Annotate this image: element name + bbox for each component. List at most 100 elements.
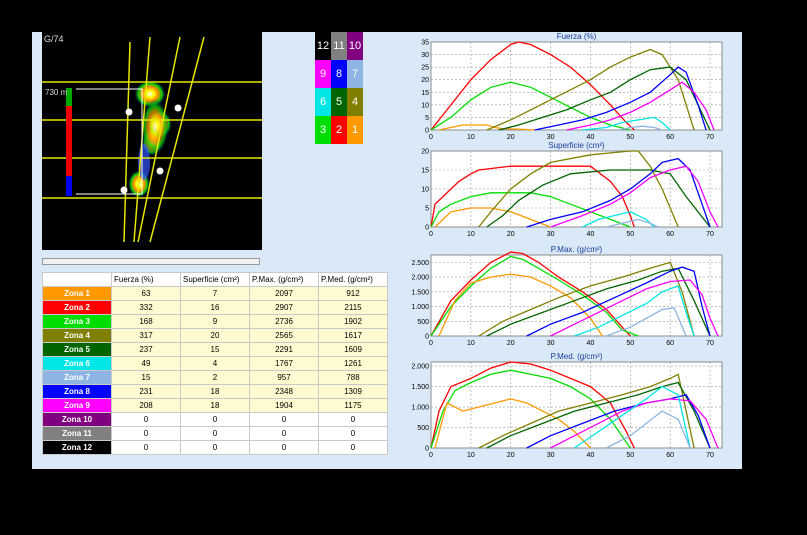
fuerza-cell: 15 [111,370,181,385]
table-row[interactable]: Zona 2 332 16 2907 2115 [42,300,388,315]
y-tick-label: 35 [421,40,429,47]
zone-table-header: Fuerza (%) Superficie (cm²) P.Max. (g/cm… [42,272,388,287]
zone-swatch[interactable]: 11 [331,32,347,60]
zone-swatch[interactable]: 9 [315,60,331,88]
y-tick-label: 2.000 [412,364,429,371]
zone-name-cell: Zona 2 [42,300,112,315]
x-tick-label: 10 [467,452,475,459]
x-tick-label: 60 [666,231,674,238]
superficie-cell: 16 [180,300,250,315]
table-row[interactable]: Zona 10 0 0 0 0 [42,412,388,427]
foot-label-top: G/74 [44,34,64,44]
foot-pressure-svg [42,36,262,243]
x-tick-label: 50 [626,452,634,459]
table-row[interactable]: Zona 5 237 15 2291 1609 [42,342,388,357]
pmax-cell: 0 [249,426,319,441]
pmed-cell: 1617 [318,328,388,343]
x-tick-label: 70 [706,452,714,459]
pmax-cell: 2348 [249,384,319,399]
zone-swatch[interactable]: 7 [347,60,363,88]
table-row[interactable]: Zona 12 0 0 0 0 [42,440,388,455]
pmax-cell: 2291 [249,342,319,357]
zone-swatch[interactable]: 1 [347,116,363,144]
table-row[interactable]: Zona 9 208 18 1904 1175 [42,398,388,413]
zone-table: Fuerza (%) Superficie (cm²) P.Max. (g/cm… [42,272,388,455]
pmax-cell: 0 [249,412,319,427]
y-tick-label: 30 [421,52,429,59]
fuerza-cell: 168 [111,314,181,329]
pmax-cell: 1767 [249,356,319,371]
zone-swatch[interactable]: 8 [331,60,347,88]
y-tick-label: 10 [421,102,429,109]
y-tick-label: 2.500 [412,260,429,267]
zone-name-cell: Zona 3 [42,314,112,329]
pmax-cell: 1904 [249,398,319,413]
superficie-cell: 0 [180,440,250,455]
table-row[interactable]: Zona 1 63 7 2097 912 [42,286,388,301]
x-tick-label: 10 [467,231,475,238]
chart-pmed: P.Med. (g/cm²) 0 10 20 30 40 50 60 70 0 500 1.000 1.… [411,352,732,467]
y-tick-label: 5 [425,115,429,122]
superficie-cell: 15 [180,342,250,357]
horizontal-scrollbar[interactable] [42,258,260,265]
x-tick-label: 10 [467,134,475,141]
zone-name-cell: Zona 4 [42,328,112,343]
zone-name-cell: Zona 11 [42,426,112,441]
x-tick-label: 40 [587,134,595,141]
fuerza-cell: 208 [111,398,181,413]
chart-pmed-svg: P.Med. (g/cm²) 0 10 20 30 40 50 60 70 0 500 1.000 1.… [411,352,723,459]
table-row[interactable]: Zona 7 15 2 957 788 [42,370,388,385]
pmed-cell: 1175 [318,398,388,413]
table-row[interactable]: Zona 6 49 4 1767 1261 [42,356,388,371]
header-cell: P.Med. (g/cm²) [318,272,388,287]
y-tick-label: 1.500 [412,384,429,391]
zone-name-cell: Zona 9 [42,398,112,413]
superficie-cell: 18 [180,398,250,413]
zone-swatch[interactable]: 4 [347,88,363,116]
table-row[interactable]: Zona 4 317 20 2565 1617 [42,328,388,343]
zone-name-cell: Zona 8 [42,384,112,399]
header-cell: Fuerza (%) [111,272,181,287]
table-row[interactable]: Zona 11 0 0 0 0 [42,426,388,441]
x-tick-label: 70 [706,231,714,238]
zone-swatch[interactable]: 3 [315,116,331,144]
y-tick-label: 25 [421,65,429,72]
x-tick-label: 60 [666,134,674,141]
zone-swatch[interactable]: 5 [331,88,347,116]
y-tick-label: 15 [421,168,429,175]
foot-length-label: 730 m [45,88,68,97]
pmed-cell: 0 [318,412,388,427]
x-tick-label: 20 [507,231,515,238]
table-row[interactable]: Zona 3 168 9 2736 1902 [42,314,388,329]
superficie-cell: 4 [180,356,250,371]
x-tick-label: 0 [429,134,433,141]
chart-pmax: P.Max. (g/cm²) 0 10 20 30 40 50 60 70 0 500 1.000 1.… [411,245,732,355]
zone-swatch[interactable]: 10 [347,32,363,60]
pmed-cell: 2115 [318,300,388,315]
x-tick-label: 20 [507,340,515,347]
y-tick-label: 500 [417,319,429,326]
x-tick-label: 40 [587,340,595,347]
pmed-cell: 0 [318,440,388,455]
superficie-cell: 9 [180,314,250,329]
x-tick-label: 50 [626,134,634,141]
foot-pressure-image[interactable]: G/74 730 m [42,32,262,250]
pmax-cell: 2736 [249,314,319,329]
y-tick-label: 1.500 [412,289,429,296]
pmax-cell: 0 [249,440,319,455]
x-tick-label: 70 [706,340,714,347]
table-row[interactable]: Zona 8 231 18 2348 1309 [42,384,388,399]
y-tick-label: 500 [417,425,429,432]
x-tick-label: 60 [666,340,674,347]
y-tick-label: 15 [421,90,429,97]
zone-swatch[interactable]: 12 [315,32,331,60]
pmax-cell: 2097 [249,286,319,301]
chart-title: Superficie (cm²) [548,141,605,150]
zone-swatch[interactable]: 2 [331,116,347,144]
zone-color-grid: 12 11 10 9 8 7 6 5 4 3 2 1 [315,32,363,144]
chart-superficie: Superficie (cm²) 0 10 20 30 40 50 60 70 0 5 10 15 20 [412,141,732,246]
x-tick-label: 40 [587,452,595,459]
fuerza-cell: 332 [111,300,181,315]
zone-swatch[interactable]: 6 [315,88,331,116]
plot-area [430,41,723,131]
